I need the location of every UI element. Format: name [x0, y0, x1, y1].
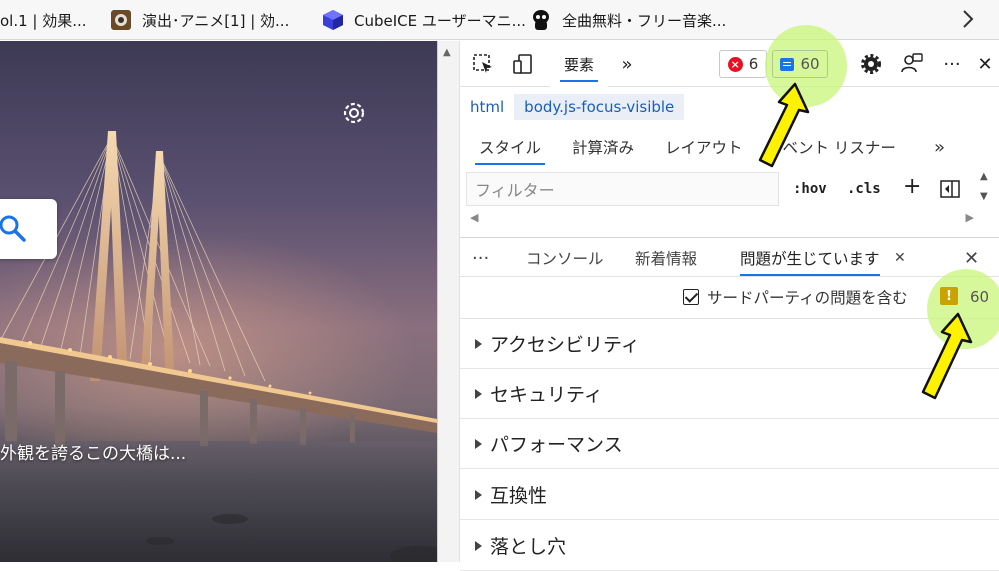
scroll-up-icon[interactable]: ▲ — [980, 171, 988, 182]
annotation-arrow-icon — [921, 312, 973, 400]
close-tab-button[interactable]: ✕ — [894, 238, 906, 278]
error-icon: × — [727, 56, 743, 72]
tab-label: スタイル — [479, 139, 542, 157]
more-tabs-button[interactable]: » — [615, 49, 639, 79]
issue-category[interactable]: 互換性 — [460, 470, 999, 520]
third-party-checkbox[interactable] — [683, 289, 699, 305]
mascot-icon — [530, 9, 552, 31]
message-icon — [780, 57, 795, 71]
breadcrumb-html[interactable]: html — [460, 94, 514, 120]
error-count-button[interactable]: × 6 — [719, 50, 767, 78]
drawer-more-label: ··· — [472, 247, 490, 269]
bookmark-item[interactable]: 全曲無料・フリー音楽... — [530, 0, 726, 40]
scroll-right-icon[interactable]: ▶ — [966, 211, 974, 224]
tab-console[interactable]: コンソール — [526, 238, 604, 278]
bookmark-item[interactable]: CubeICE ユーザーマニ... — [322, 0, 526, 40]
third-party-label: サードパーティの問題を含む — [707, 289, 908, 307]
expand-triangle-icon — [475, 388, 482, 399]
cls-button[interactable]: .cls — [847, 181, 881, 197]
devtools-panel: ▲ 要素 » × 6 60 ··· ✕ html body.js-focus-v… — [437, 25, 999, 571]
bookmark-label: 演出･アニメ[1] | 効... — [142, 11, 290, 30]
more-style-tabs-button[interactable]: » — [934, 129, 945, 165]
warning-count: 60 — [970, 288, 990, 306]
expand-triangle-icon — [475, 489, 482, 500]
more-menu-label: ··· — [943, 53, 961, 75]
issue-category[interactable]: パフォーマンス — [460, 419, 999, 469]
image-caption[interactable]: 外観を誇るこの大橋は... — [0, 439, 186, 464]
tab-elements[interactable]: 要素 — [550, 41, 608, 87]
add-rule-button[interactable]: + — [903, 174, 921, 199]
scroll-left-icon[interactable]: ◀ — [470, 211, 478, 224]
chevron-right-icon[interactable] — [961, 8, 975, 35]
close-icon: ✕ — [894, 250, 906, 266]
category-label: セキュリティ — [490, 384, 603, 406]
close-devtools-button[interactable]: ✕ — [974, 49, 996, 79]
tab-styles[interactable]: スタイル — [474, 129, 546, 165]
tab-whats-new[interactable]: 新着情報 — [635, 238, 697, 278]
filter-row: フィルター :hov .cls + ▲ ▼ — [460, 169, 999, 209]
more-tabs-label: » — [621, 53, 633, 75]
more-menu-button[interactable]: ··· — [938, 49, 966, 79]
device-emulation-icon[interactable] — [508, 49, 538, 79]
settings-gear-icon[interactable] — [858, 49, 884, 79]
search-box[interactable] — [0, 199, 57, 259]
tab-label: 問題が生じています — [740, 250, 880, 268]
issue-category[interactable]: 落とし穴 — [460, 521, 999, 571]
expand-triangle-icon — [475, 540, 482, 551]
toggle-sidebar-icon[interactable] — [940, 179, 960, 203]
devtools-toolbar: 要素 » × 6 60 ··· ✕ — [460, 25, 999, 107]
breadcrumb-body[interactable]: body.js-focus-visible — [514, 94, 685, 120]
bookmark-label: CubeICE ユーザーマニ... — [354, 11, 526, 30]
styles-tab-bar: スタイル 計算済み レイアウト イベント リスナー » — [460, 129, 999, 165]
tab-label: 計算済み — [572, 139, 635, 157]
settings-gear-icon[interactable] — [340, 99, 368, 127]
expand-triangle-icon — [475, 338, 482, 349]
expand-triangle-icon — [475, 438, 482, 449]
warning-icon: ! — [940, 287, 958, 305]
annotation-arrow-icon — [758, 82, 810, 168]
devtools-scrollbar[interactable]: ▲ — [438, 41, 460, 562]
web-page-background: 外観を誇るこの大橋は... — [0, 41, 437, 562]
tab-elements-label: 要素 — [563, 55, 594, 74]
issues-count-button[interactable]: 60 — [772, 50, 828, 78]
tab-label: » — [934, 136, 946, 158]
category-label: 互換性 — [490, 485, 548, 507]
drawer-more-button[interactable]: ··· — [472, 238, 489, 278]
tab-label: コンソール — [526, 250, 604, 268]
horizontal-scrollbar[interactable]: ◀ ▶ — [460, 209, 978, 227]
issues-count: 60 — [800, 55, 820, 73]
drawer-tab-bar: ··· コンソール 新着情報 問題が生じています ✕ ✕ — [460, 237, 999, 277]
bookmark-item[interactable]: 演出･アニメ[1] | 効... — [110, 0, 289, 40]
close-icon: ✕ — [964, 247, 980, 269]
close-icon: ✕ — [977, 53, 993, 75]
filter-input[interactable]: フィルター — [466, 172, 779, 206]
bookmark-item[interactable]: ol.1 | 効果... — [0, 0, 87, 40]
scroll-up-icon[interactable]: ▲ — [443, 47, 451, 58]
bookmarks-bar: ol.1 | 効果... 演出･アニメ[1] | 効... CubeICE ユー… — [0, 0, 999, 40]
cube-icon — [322, 9, 344, 31]
tab-computed[interactable]: 計算済み — [572, 129, 634, 165]
tab-issues[interactable]: 問題が生じています — [740, 238, 880, 278]
category-label: 落とし穴 — [490, 536, 567, 558]
bookmark-label: 全曲無料・フリー音楽... — [562, 11, 727, 30]
inspect-element-icon[interactable] — [468, 49, 498, 79]
tab-label: レイアウト — [665, 139, 743, 157]
speaker-icon — [110, 9, 132, 31]
category-label: アクセシビリティ — [490, 334, 640, 356]
search-icon — [0, 215, 26, 242]
bookmark-label: ol.1 | 効果... — [0, 11, 87, 30]
error-count: 6 — [748, 55, 759, 73]
feedback-icon[interactable] — [898, 49, 926, 79]
tab-layout[interactable]: レイアウト — [665, 129, 743, 165]
category-label: パフォーマンス — [490, 434, 623, 456]
tab-label: 新着情報 — [635, 250, 698, 268]
hov-button[interactable]: :hov — [793, 181, 827, 197]
scroll-down-icon[interactable]: ▼ — [980, 191, 988, 202]
breadcrumb: html body.js-focus-visible — [460, 93, 999, 121]
